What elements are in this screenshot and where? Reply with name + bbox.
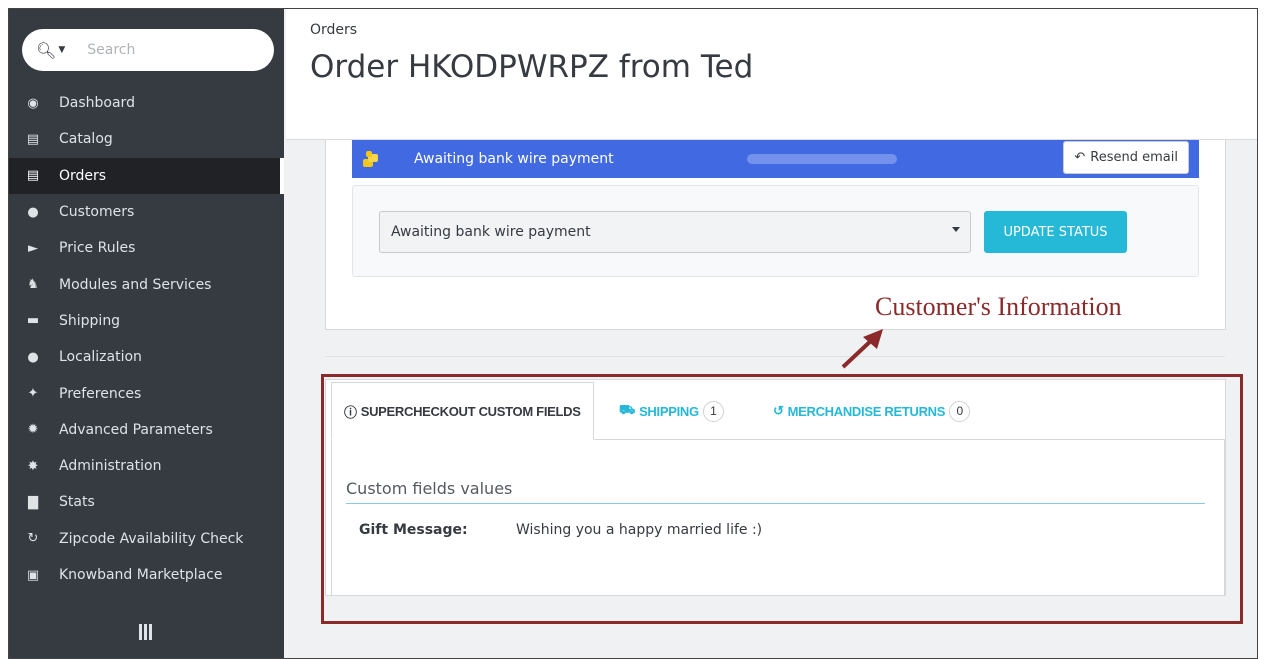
tab-label: SUPERCHECKOUT CUSTOM FIELDS: [360, 403, 581, 419]
breadcrumb[interactable]: Orders: [310, 22, 357, 38]
resend-email-button[interactable]: ↶ Resend email: [1063, 141, 1189, 174]
sidebar-collapse-icon[interactable]: [139, 624, 153, 640]
dashboard-icon: ◉: [27, 95, 39, 111]
sidebar-item-preferences[interactable]: ✦ Preferences: [9, 375, 284, 411]
refresh-icon: ↻: [27, 531, 39, 547]
status-form: Awaiting bank wire payment UPDATE STATUS: [352, 185, 1199, 277]
search-input[interactable]: Search: [87, 42, 135, 58]
sidebar-item-label: Localization: [59, 349, 142, 366]
wrench-icon: ✦: [27, 386, 39, 402]
sidebar-item-label: Stats: [59, 494, 95, 511]
tab-supercheckout-custom-fields[interactable]: ⓘ SUPERCHECKOUT CUSTOM FIELDS: [331, 382, 594, 440]
browser-frame: 🔍︎ ▼ Search ◉ Dashboard ▤ Catalog ▤ Orders …: [8, 8, 1258, 659]
annotation-arrow-icon: [841, 329, 883, 369]
sidebar-menu: ◉ Dashboard ▤ Catalog ▤ Orders ● Customers ►…: [9, 85, 284, 593]
sidebar-item-label: Modules and Services: [59, 276, 212, 293]
globe-icon: ●: [27, 349, 39, 365]
sidebar-item-label: Orders: [59, 167, 107, 184]
divider: [325, 356, 1225, 357]
book-icon: ▤: [26, 131, 40, 147]
gear-icon: ✸: [27, 458, 39, 474]
sidebar-item-administration[interactable]: ✸ Administration: [9, 448, 284, 484]
sidebar-item-label: Preferences: [59, 385, 142, 402]
sidebar-item-modules[interactable]: ♞ Modules and Services: [9, 266, 284, 302]
update-status-button[interactable]: UPDATE STATUS: [984, 211, 1127, 253]
sidebar-item-label: Dashboard: [59, 95, 135, 112]
archive-icon: ▣: [26, 567, 40, 583]
sidebar-item-localization[interactable]: ● Localization: [9, 339, 284, 375]
sidebar-item-label: Knowband Marketplace: [59, 567, 223, 583]
blurred-date: [747, 154, 897, 164]
credit-card-icon: ▤: [26, 168, 40, 184]
sidebar-item-catalog[interactable]: ▤ Catalog: [9, 121, 284, 157]
sidebar-item-zipcode[interactable]: ↻ Zipcode Availability Check: [9, 521, 284, 557]
puzzle-icon: ♞: [27, 277, 39, 293]
sidebar-item-price-rules[interactable]: ► Price Rules: [9, 230, 284, 266]
page-title: Order HKODPWRPZ from Ted: [310, 49, 754, 85]
tag-icon: ►: [28, 240, 38, 256]
sidebar-item-advanced-parameters[interactable]: ✹ Advanced Parameters: [9, 412, 284, 448]
sidebar-item-label: Customers: [59, 204, 135, 221]
coins-icon: [363, 151, 378, 167]
sidebar: 🔍︎ ▼ Search ◉ Dashboard ▤ Catalog ▤ Orders …: [9, 9, 284, 658]
page-header: Orders Order HKODPWRPZ from Ted: [286, 9, 1257, 140]
resend-email-label: Resend email: [1090, 150, 1178, 165]
sidebar-item-label: Price Rules: [59, 240, 136, 257]
sidebar-item-label: Zipcode Availability Check: [59, 530, 244, 547]
search-box[interactable]: 🔍︎ ▼ Search: [22, 29, 274, 71]
sidebar-item-dashboard[interactable]: ◉ Dashboard: [9, 85, 284, 121]
current-status-bar: Awaiting bank wire payment ↶ Resend emai…: [352, 140, 1199, 178]
sidebar-item-customers[interactable]: ● Customers: [9, 194, 284, 230]
search-icon[interactable]: 🔍︎: [36, 41, 56, 60]
chevron-down-icon[interactable]: ▼: [58, 45, 65, 55]
users-icon: ●: [27, 204, 39, 220]
sidebar-item-stats[interactable]: ▇ Stats: [9, 484, 284, 520]
sidebar-item-label: Advanced Parameters: [59, 421, 213, 438]
sidebar-item-shipping[interactable]: ▬ Shipping: [9, 303, 284, 339]
sidebar-item-label: Catalog: [59, 131, 113, 148]
cogs-icon: ✹: [27, 422, 39, 438]
annotation-label: Customer's Information: [875, 292, 1122, 321]
bar-chart-icon: ▇: [28, 494, 38, 510]
truck-icon: ▬: [26, 313, 40, 329]
current-status-text: Awaiting bank wire payment: [414, 151, 614, 167]
order-status-select[interactable]: Awaiting bank wire payment: [379, 211, 971, 253]
reply-icon: ↶: [1074, 150, 1086, 165]
sidebar-item-label: Shipping: [59, 312, 121, 329]
chevron-down-icon: [952, 227, 960, 232]
order-status-select-value: Awaiting bank wire payment: [391, 224, 591, 240]
sidebar-item-orders[interactable]: ▤ Orders: [9, 157, 284, 194]
sidebar-item-label: Administration: [59, 458, 162, 475]
info-circle-icon: ⓘ: [344, 404, 357, 420]
sidebar-item-marketplace[interactable]: ▣ Knowband Marketplace: [9, 557, 284, 593]
